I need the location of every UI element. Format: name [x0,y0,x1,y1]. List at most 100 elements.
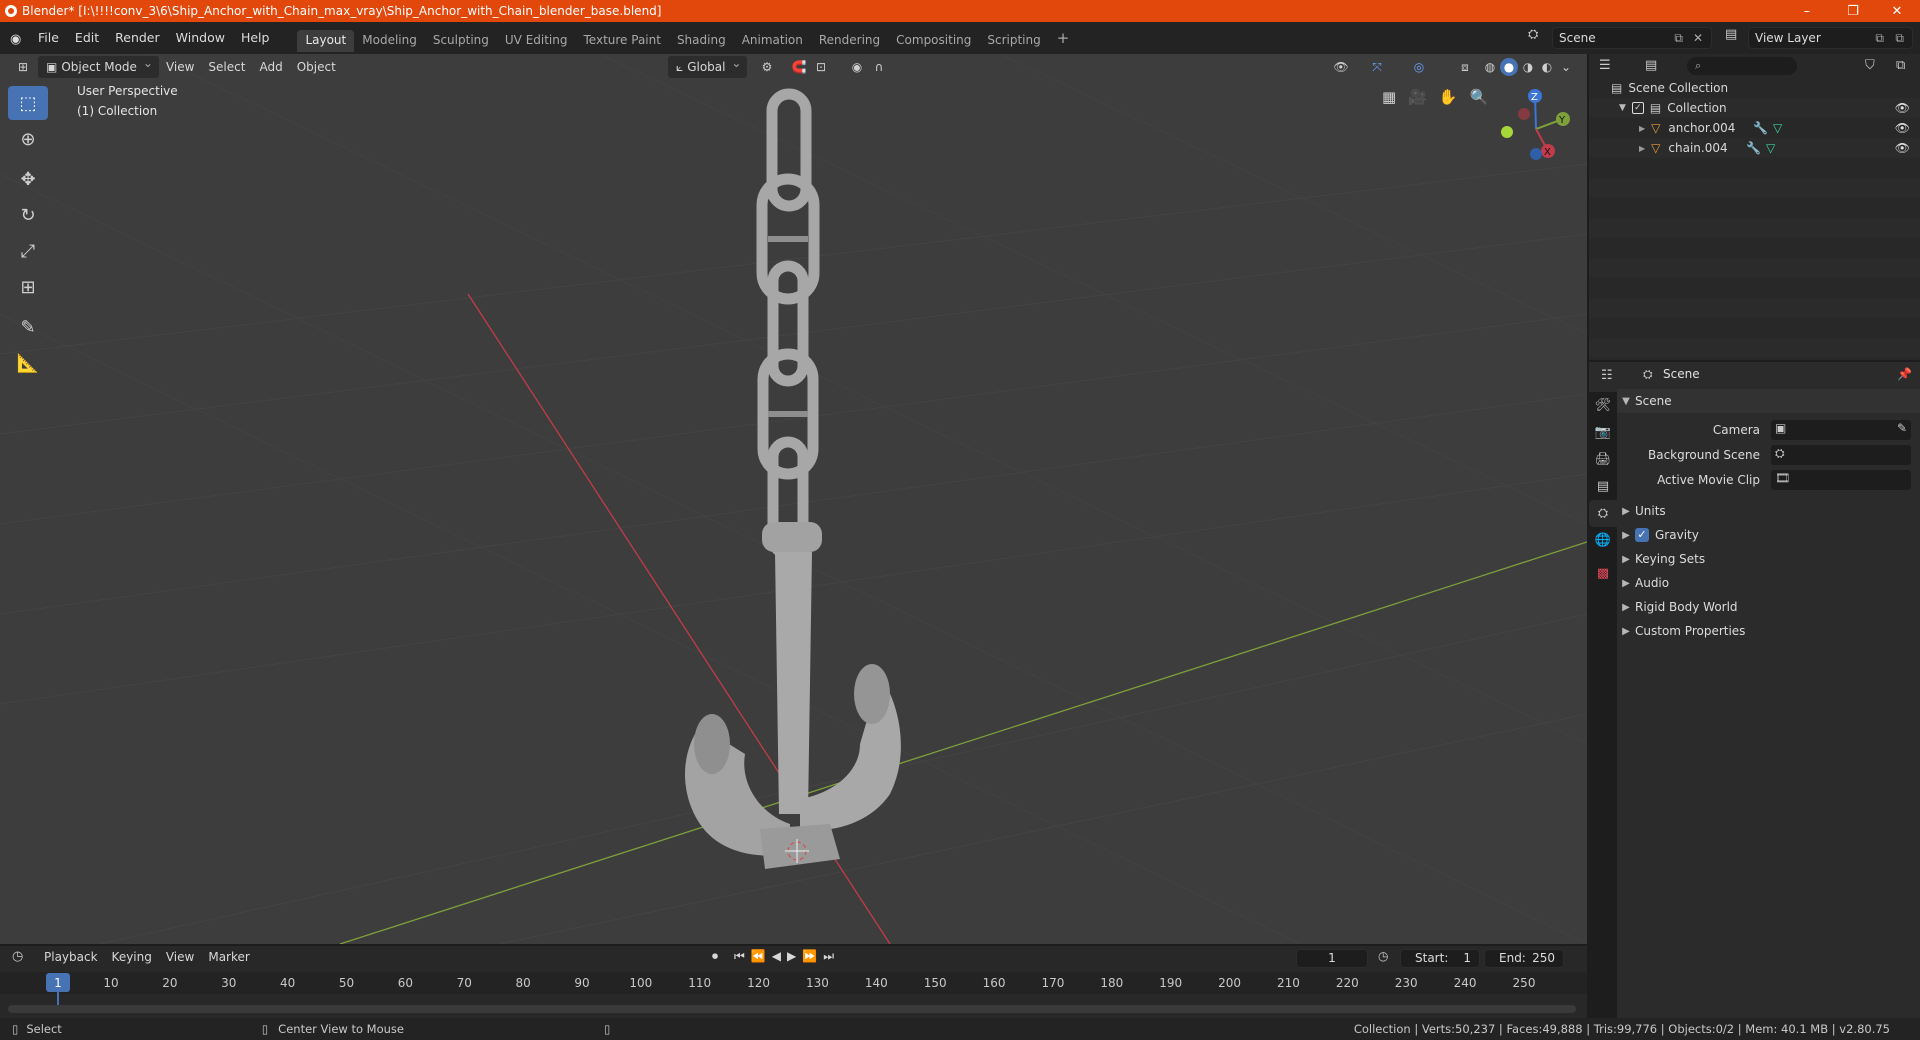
prev-keyframe-icon[interactable]: ⏪ [751,949,766,964]
camera-field[interactable]: ▣ ✎ [1771,420,1911,440]
menu-help[interactable]: Help [233,22,278,54]
tab-layout[interactable]: Layout [297,30,355,52]
visibility-icon[interactable]: 👁 [1332,58,1350,76]
gizmo-neg-z-icon[interactable] [1530,148,1542,160]
outliner-row-scene-collection[interactable]: ▤ Scene Collection [1589,78,1920,98]
menu-render[interactable]: Render [107,22,168,54]
tab-compositing[interactable]: Compositing [888,30,979,52]
jump-end-icon[interactable]: ⏭ [823,949,834,964]
tab-texture-paint[interactable]: Texture Paint [576,30,669,52]
outliner-editor-icon[interactable]: ☰ [1599,58,1611,73]
zoom-icon[interactable]: 🔍 [1470,88,1489,106]
keying-sets-panel-header[interactable]: ▶ Keying Sets [1617,547,1920,571]
start-frame-field[interactable]: Start: 1 [1400,949,1480,968]
texture-tab-icon[interactable]: ▩ [1589,560,1617,587]
pin-icon[interactable]: 📌 [1897,367,1912,381]
mesh-data-icon[interactable]: ▽ [1766,141,1775,155]
scene-panel-header[interactable]: ▼ Scene [1617,389,1920,413]
timeline-menu-playback[interactable]: Playback [44,950,98,964]
overlay-toggle-icon[interactable]: ◎ [1410,58,1428,76]
collection-checkbox-icon[interactable]: ✓ [1631,102,1644,114]
custom-properties-panel-header[interactable]: ▶ Custom Properties [1617,619,1920,643]
tab-rendering[interactable]: Rendering [811,30,888,52]
eyedropper-icon[interactable]: ✎ [1897,421,1907,435]
modifier-icon[interactable]: 🔧 [1746,141,1761,155]
record-icon[interactable]: ⏺ [712,949,718,964]
outliner-row-chain[interactable]: ▶ ▽ chain.004 🔧 ▽ 👁 [1589,138,1920,158]
scale-tool-icon[interactable]: ⤢ [8,234,48,268]
gizmo-toggle-icon[interactable]: ⤧ [1368,58,1386,76]
gravity-checkbox[interactable]: ✓ [1635,528,1649,542]
navigation-gizmo[interactable]: Z Y X [1501,89,1570,160]
remove-view-layer-icon[interactable]: ⧉ [1895,28,1904,48]
tab-uv-editing[interactable]: UV Editing [497,30,576,52]
world-tab-icon[interactable]: 🌐 [1589,527,1617,554]
xray-toggle-icon[interactable]: ⧈ [1456,58,1474,76]
units-panel-header[interactable]: ▶ Units [1617,499,1920,523]
view-layer-tab-icon[interactable]: ▤ [1589,473,1617,500]
tab-animation[interactable]: Animation [734,30,811,52]
minimize-icon[interactable]: – [1784,0,1830,22]
viewport-menu-object[interactable]: Object [290,56,343,78]
grid-view-icon[interactable]: ▦ [1382,88,1396,106]
menu-file[interactable]: File [30,22,67,54]
background-scene-field[interactable]: ⛭ [1771,445,1911,465]
modifier-icon[interactable]: 🔧 [1753,121,1768,135]
view-layer-icon[interactable]: ▤ [1725,27,1737,42]
close-icon[interactable]: ✕ [1874,0,1920,22]
timeline-menu-view[interactable]: View [166,950,194,964]
wireframe-shading-icon[interactable]: ◍ [1481,58,1499,76]
anchor-visibility-icon[interactable]: 👁 [1895,121,1910,135]
gizmo-neg-y-icon[interactable] [1501,126,1513,138]
render-tab-icon[interactable]: 📷 [1589,419,1617,446]
rigid-body-world-panel-header[interactable]: ▶ Rigid Body World [1617,595,1920,619]
proportional-edit-icon[interactable]: ◉ [848,58,866,76]
snap-icon[interactable]: 🧲 [790,58,808,76]
3d-viewport[interactable]: Z Y X User Perspective (1) Collection ▦ … [0,54,1587,944]
tab-modeling[interactable]: Modeling [354,30,425,52]
jump-start-icon[interactable]: ⏮ [734,949,745,964]
tab-sculpting[interactable]: Sculpting [425,30,497,52]
collection-visibility-icon[interactable]: 👁 [1895,101,1910,115]
tab-scripting[interactable]: Scripting [979,30,1048,52]
expand-icon[interactable]: ▶ [1639,124,1645,133]
scene-tab-icon[interactable]: ⛭ [1589,500,1617,527]
select-box-tool-icon[interactable]: ⬚ [8,86,48,120]
transform-orientation-selector[interactable]: ⟀ Global [668,52,748,78]
measure-tool-icon[interactable]: 📐 [8,346,48,380]
annotate-tool-icon[interactable]: ✎ [8,310,48,344]
shading-options-icon[interactable]: ⌄ [1557,58,1575,76]
snap-target-icon[interactable]: ⊡ [812,58,830,76]
new-view-layer-icon[interactable]: ⧉ [1875,28,1884,48]
pivot-icon[interactable]: ⚙ [758,58,776,76]
viewport-menu-view[interactable]: View [159,56,201,78]
outliner-row-anchor[interactable]: ▶ ▽ anchor.004 🔧 ▽ 👁 [1589,118,1920,138]
outliner-row-collection[interactable]: ▼ ✓ ▤ Collection 👁 [1589,98,1920,118]
collapse-icon[interactable]: ▼ [1619,103,1626,113]
new-collection-icon[interactable]: ⧉ [1896,58,1905,73]
display-mode-icon[interactable]: ▤ [1645,58,1657,73]
rotate-tool-icon[interactable]: ↻ [8,198,48,232]
end-frame-field[interactable]: End: 250 [1484,949,1564,968]
add-workspace-icon[interactable]: + [1049,22,1078,54]
chain-visibility-icon[interactable]: 👁 [1895,141,1910,155]
tool-tab-icon[interactable]: 🛠 [1589,392,1617,419]
transform-tool-icon[interactable]: ⊞ [8,270,48,304]
blender-menu-icon[interactable]: ◉ [10,32,22,47]
move-tool-icon[interactable]: ✥ [8,162,48,196]
viewport-menu-add[interactable]: Add [252,56,289,78]
mesh-data-icon[interactable]: ▽ [1773,121,1782,135]
editor-type-icon[interactable]: ⊞ [14,58,32,76]
tab-shading[interactable]: Shading [669,30,734,52]
view-layer-selector[interactable]: View Layer ⧉ ⧉ [1748,27,1913,49]
timeline-menu-marker[interactable]: Marker [208,950,249,964]
filter-icon[interactable]: ⛉ [1865,58,1875,73]
rendered-shading-icon[interactable]: ◐ [1538,58,1556,76]
preview-range-icon[interactable]: ◷ [1378,949,1388,963]
expand-icon[interactable]: ▶ [1639,144,1645,153]
restore-icon[interactable]: ❐ [1830,0,1876,22]
timeline-menu-keying[interactable]: Keying [112,950,152,964]
mode-selector[interactable]: ▣ Object Mode [38,52,159,78]
material-shading-icon[interactable]: ◑ [1519,58,1537,76]
menu-edit[interactable]: Edit [67,22,107,54]
